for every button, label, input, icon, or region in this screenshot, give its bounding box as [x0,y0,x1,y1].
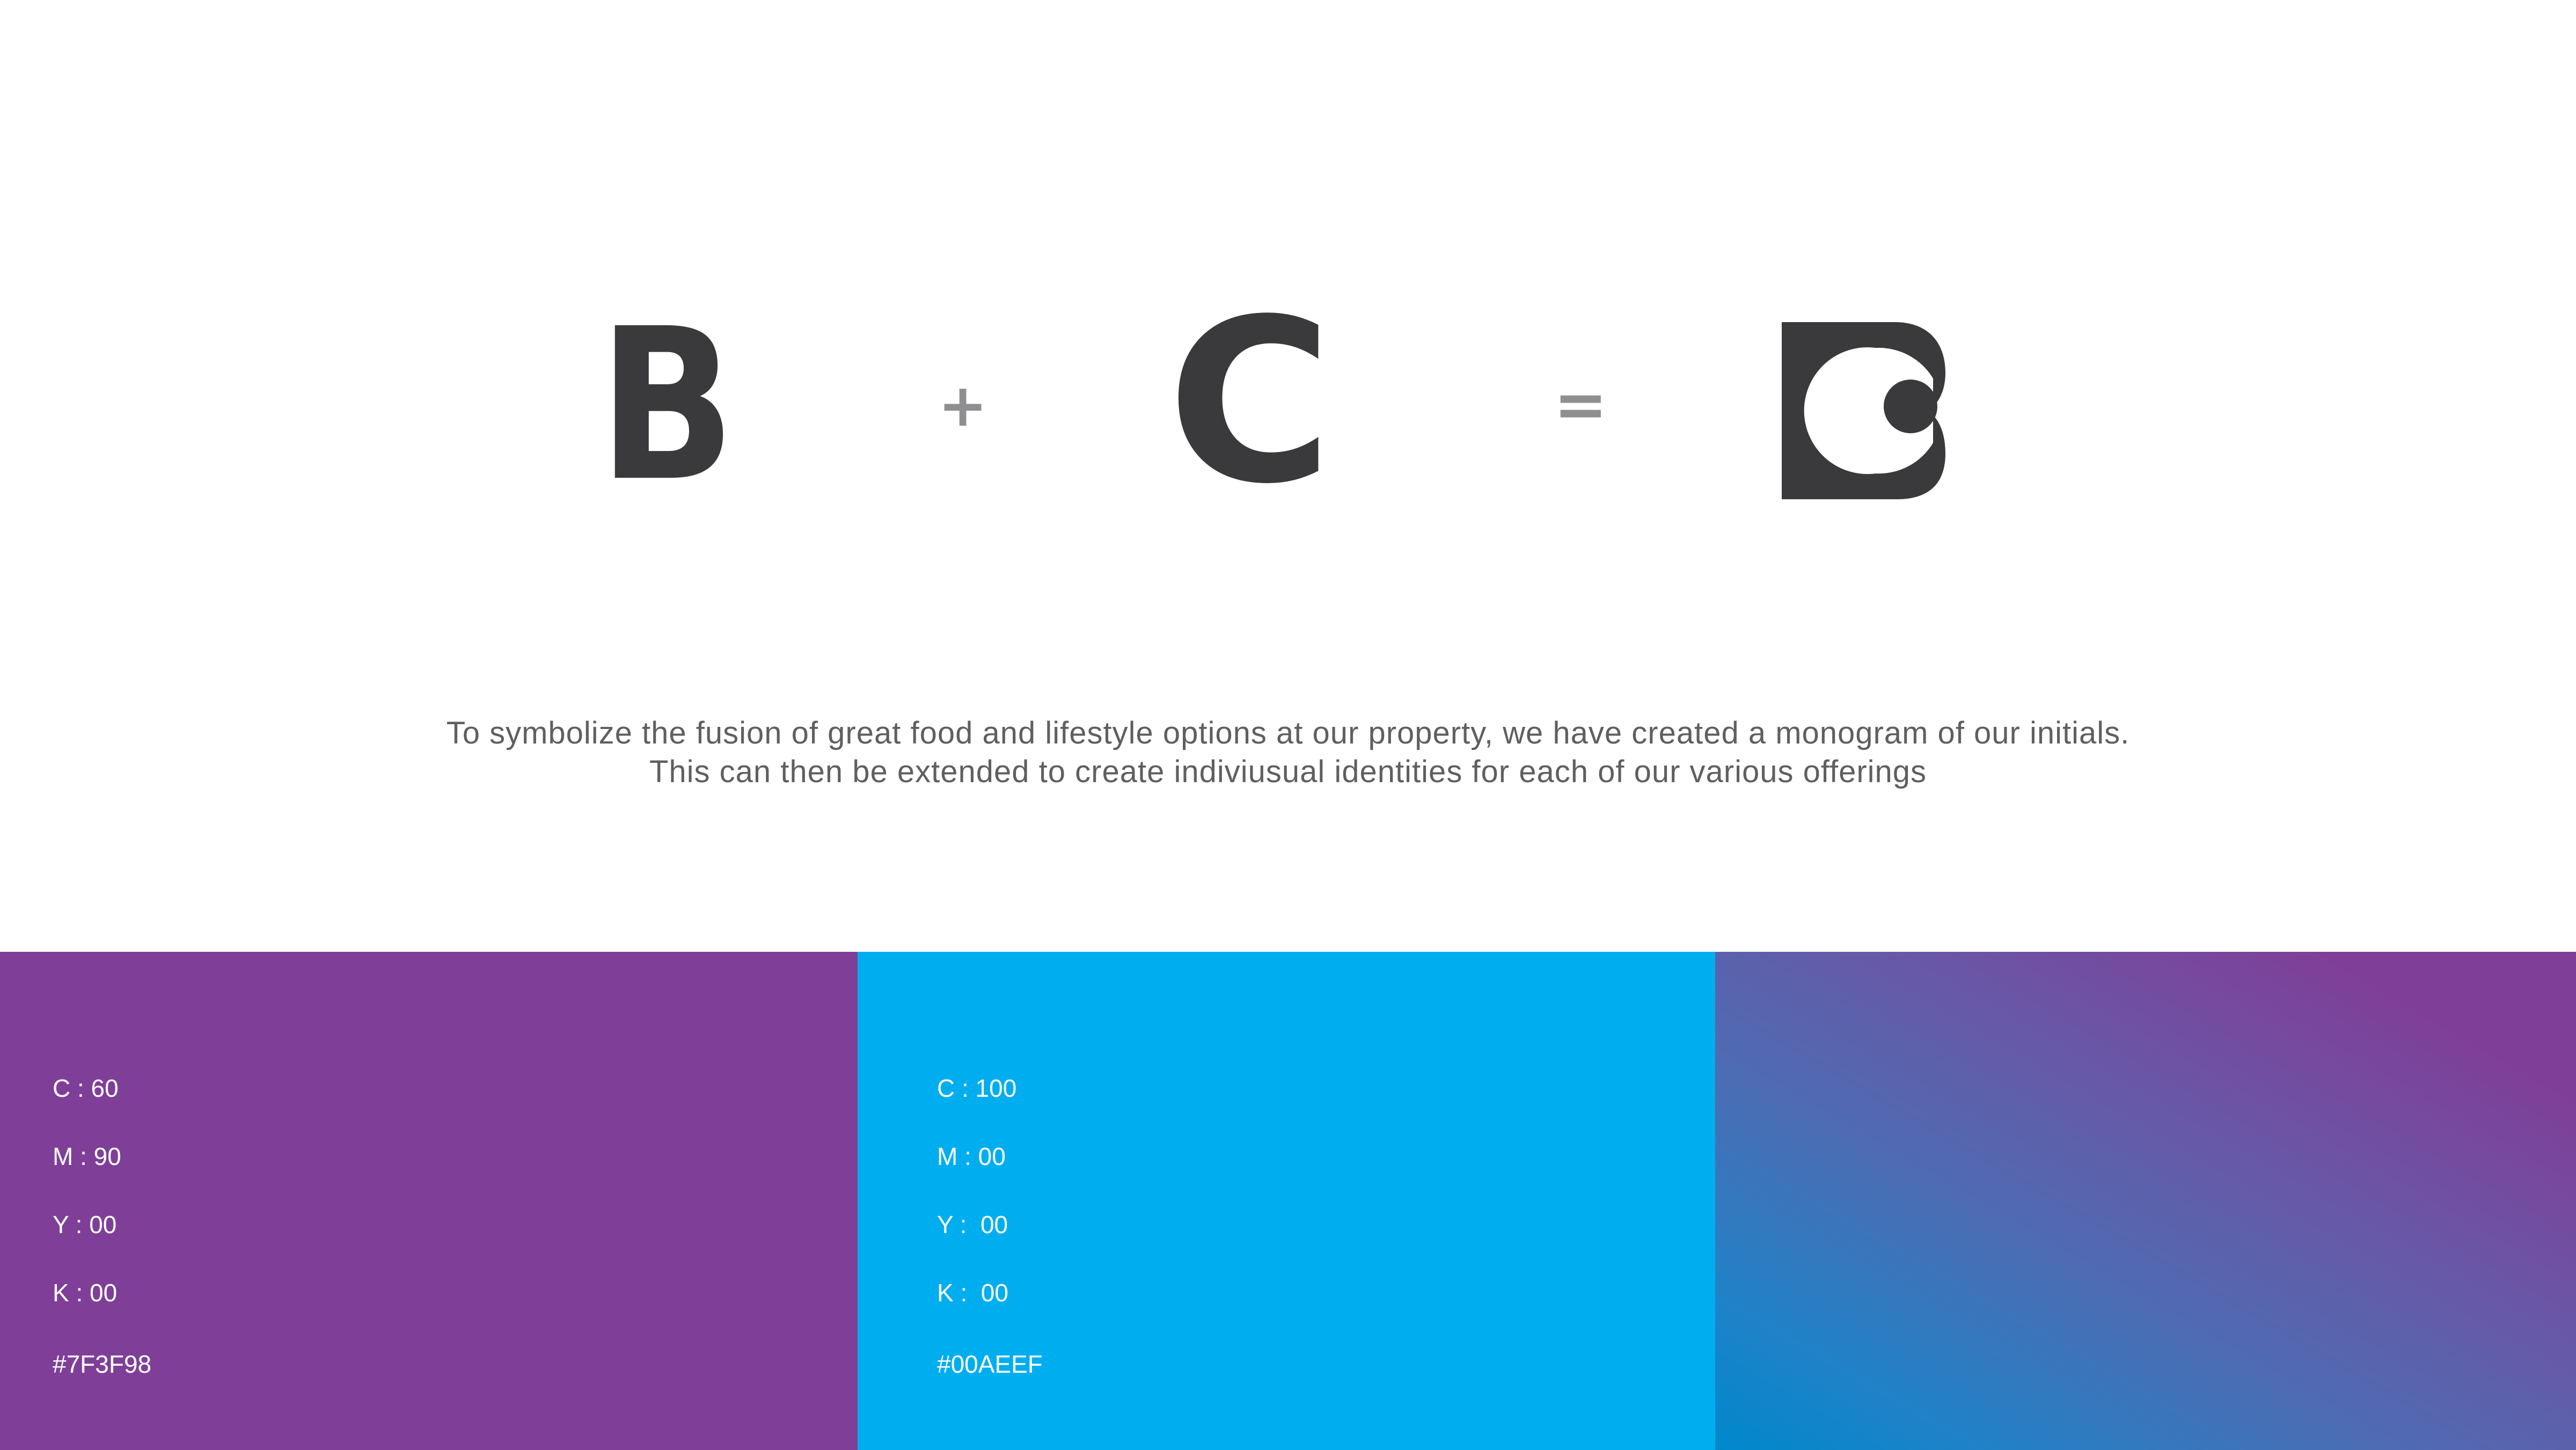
letter-c: C [1167,271,1333,534]
monogram-equation: B + C = [0,0,2576,591]
cmyk-m: M : 90 [53,1142,121,1170]
monogram-description: To symbolize the fusion of great food an… [0,714,2576,791]
tagline-line-2: This can then be extended to create indi… [649,754,1927,789]
swatch-cyan: C : 100 M : 00 Y : 00 K : 00 #00AEEF [858,952,1715,1450]
equals-sign: = [1554,368,1608,442]
hex-code: #00AEEF [937,1350,1043,1378]
monogram-dot [1884,380,1937,433]
swatch-gradient [1715,952,2576,1450]
cmyk-c: C : 60 [53,1074,119,1102]
color-palette: C : 60 M : 90 Y : 00 K : 00 #7F3F98 C : … [0,952,2576,1450]
letter-b: B [598,283,736,527]
cmyk-c: C : 100 [937,1074,1017,1102]
swatch-cyan-values: C : 100 M : 00 Y : 00 K : 00 #00AEEF [937,1074,1043,1378]
cmyk-k: K : 00 [53,1279,118,1307]
cmyk-y: Y : 00 [937,1211,1008,1238]
cmyk-y: Y : 00 [53,1211,117,1238]
tagline-line-1: To symbolize the fusion of great food an… [446,716,2130,750]
bc-monogram-logo-icon [1782,322,1945,499]
swatch-purple: C : 60 M : 90 Y : 00 K : 00 #7F3F98 [0,952,858,1450]
swatch-purple-values: C : 60 M : 90 Y : 00 K : 00 #7F3F98 [53,1074,151,1378]
hex-code: #7F3F98 [53,1350,152,1378]
plus-sign: + [938,371,988,440]
cmyk-k: K : 00 [937,1279,1008,1307]
cmyk-m: M : 00 [937,1142,1006,1170]
